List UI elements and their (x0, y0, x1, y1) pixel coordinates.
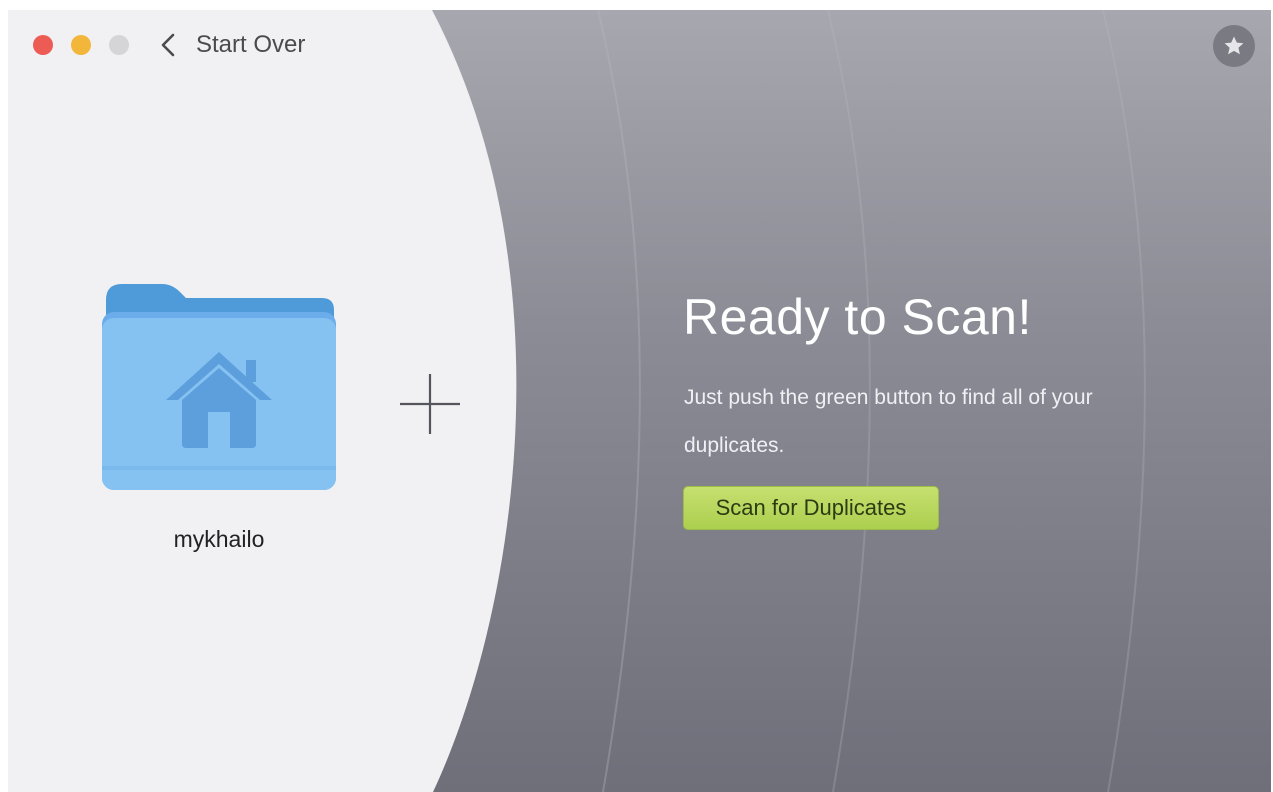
folder-name: mykhailo (173, 526, 265, 552)
start-over-button[interactable]: Start Over (196, 32, 305, 58)
chevron-left-icon[interactable] (158, 32, 178, 58)
close-button[interactable] (33, 35, 53, 55)
app-window: Start Over mykhailo Ready to Scan! Just … (8, 10, 1271, 792)
zoom-button[interactable] (109, 35, 129, 55)
minimize-button[interactable] (71, 35, 91, 55)
star-button[interactable] (1213, 25, 1255, 67)
instruction-text: Just push the green button to find all o… (684, 386, 1093, 457)
scan-for-duplicates-button[interactable]: Scan for Duplicates (683, 486, 939, 530)
plus-icon[interactable] (398, 372, 462, 436)
page-title: Ready to Scan! (683, 289, 1032, 345)
home-folder-icon[interactable] (100, 282, 338, 492)
star-icon (1224, 36, 1244, 55)
